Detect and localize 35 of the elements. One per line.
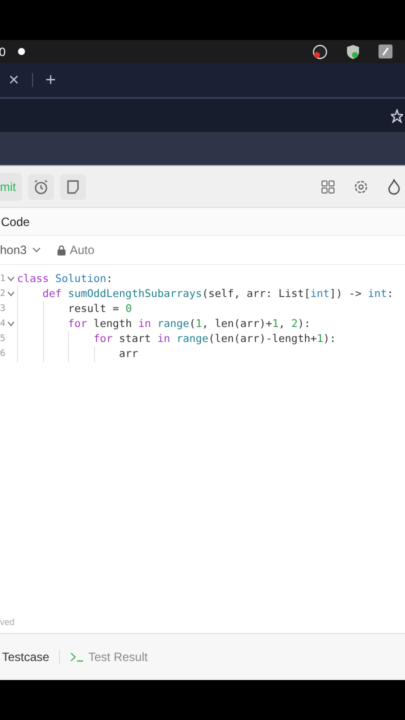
fold-chevron-icon[interactable] (7, 290, 15, 296)
code-line: result = 0 (67, 302, 132, 314)
layout-grid-icon[interactable] (321, 180, 335, 194)
lock-icon (56, 244, 66, 256)
alarm-clock-button[interactable] (28, 174, 54, 200)
line-number: 4 (0, 318, 6, 328)
code-line: for start in range(len(arr)-length+1): (92, 332, 336, 344)
language-dropdown[interactable]: hon3 (0, 243, 41, 257)
note-icon (65, 178, 81, 194)
bookmark-star-icon[interactable] (391, 108, 403, 122)
note-button[interactable] (60, 174, 86, 200)
line-number: 6 (0, 348, 6, 358)
mode-label: Auto (70, 243, 94, 257)
alarm-clock-icon (33, 178, 49, 194)
record-dot-icon (18, 48, 25, 55)
code-line: arr (118, 348, 138, 360)
line-number: 1 (0, 274, 6, 284)
panel-title: Code (1, 214, 30, 228)
chevron-down-icon (32, 247, 41, 253)
code-line: for length in range(1, len(arr)+1, 2): (67, 318, 311, 330)
fold-chevron-icon[interactable] (7, 320, 15, 326)
settings-icon[interactable] (353, 178, 369, 194)
line-number: 5 (0, 334, 6, 344)
code-line: def sumOddLengthSubarrays(self, arr: List[int]) -> int: (42, 288, 394, 300)
panel-tab[interactable]: Testcase (0, 650, 52, 664)
code-line: class Solution: (17, 272, 113, 284)
pen-app-icon[interactable] (378, 44, 393, 59)
fold-chevron-icon[interactable] (7, 276, 15, 282)
close-tab-button[interactable]: × (4, 72, 24, 88)
terminal-icon (70, 652, 84, 662)
line-number: 2 (0, 288, 6, 298)
new-tab-button[interactable]: + (40, 72, 60, 88)
save-status-text: ved (0, 617, 16, 629)
line-number: 3 (0, 304, 6, 314)
shield-icon[interactable] (346, 44, 360, 60)
